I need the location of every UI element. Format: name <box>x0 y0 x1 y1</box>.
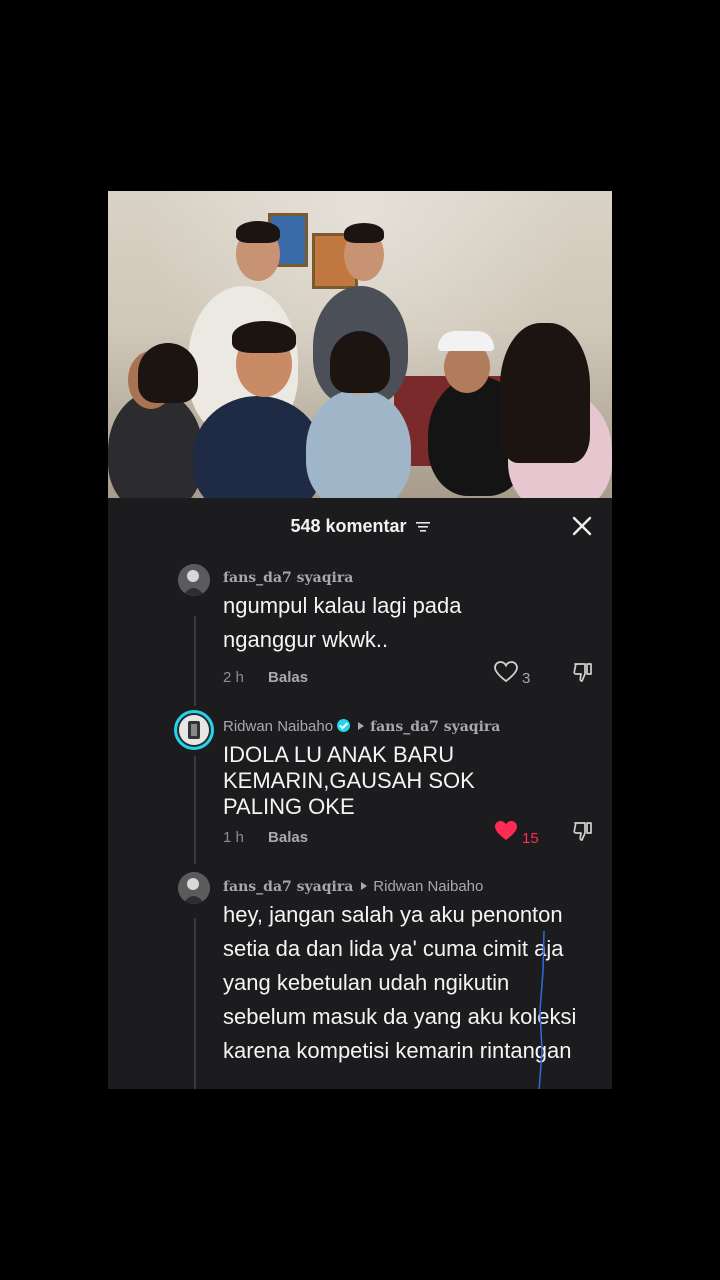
comment-text: IDOLA LU ANAK BARU KEMARIN,GAUSAH SOK PA… <box>223 742 475 819</box>
reply-to-username[interactable]: fans_da7 syaqira <box>370 719 500 735</box>
avatar[interactable] <box>178 872 210 904</box>
comment-username[interactable]: fans_da7 syaqira <box>223 570 353 586</box>
person-hair <box>344 223 384 243</box>
scratch-mark <box>538 931 545 1089</box>
like-count: 15 <box>522 830 539 847</box>
person-hair <box>330 331 390 393</box>
avatar-image <box>178 872 210 904</box>
filter-icon[interactable] <box>415 521 430 533</box>
like-count: 3 <box>522 670 531 687</box>
comment-username-line: Ridwan Naibaho fans_da7 syaqira <box>223 718 500 735</box>
comment-time: 1 h <box>223 829 244 846</box>
avatar-story-ring[interactable] <box>174 710 214 750</box>
person-hair <box>236 221 280 243</box>
cap <box>438 331 494 351</box>
heart-filled-icon[interactable] <box>494 820 518 842</box>
comment-text: ngumpul kalau lagi pada nganggur wkwk.. <box>223 593 462 652</box>
dislike-icon[interactable] <box>572 661 594 683</box>
person-hair <box>500 323 590 463</box>
reply-arrow-icon <box>358 722 365 730</box>
reply-to-username[interactable]: Ridwan Naibaho <box>373 878 483 895</box>
reply-button[interactable]: Balas <box>268 669 308 686</box>
video-frame: 548 komentar fans_da7 syaqira ngumpul ka… <box>108 191 612 1089</box>
reply-arrow-icon <box>361 882 368 890</box>
avatar-image <box>179 715 209 745</box>
avatar[interactable] <box>178 564 210 596</box>
comment-count-label: 548 komentar <box>290 516 407 536</box>
comment-username-line: fans_da7 syaqira Ridwan Naibaho <box>223 878 483 895</box>
comment-count[interactable]: 548 komentar <box>108 516 612 537</box>
video-thumbnail[interactable] <box>108 191 612 498</box>
avatar-image <box>178 564 210 596</box>
comment-username[interactable]: Ridwan Naibaho <box>223 718 333 735</box>
verified-badge-icon <box>337 719 351 732</box>
thread-line <box>194 616 196 706</box>
comment-username[interactable]: fans_da7 syaqira <box>223 879 353 895</box>
comment-meta: 1 h Balas <box>223 829 308 846</box>
thread-line <box>194 918 196 1089</box>
comments-header: 548 komentar <box>108 498 612 554</box>
comment-time: 2 h <box>223 669 244 686</box>
reply-button[interactable]: Balas <box>268 829 308 846</box>
person-hair <box>138 343 198 403</box>
heart-icon[interactable] <box>494 661 518 683</box>
close-icon[interactable] <box>572 516 592 536</box>
comment-meta: 2 h Balas <box>223 669 308 686</box>
person-hair <box>232 321 296 353</box>
dislike-icon[interactable] <box>572 820 594 842</box>
person-center <box>306 389 411 498</box>
thread-line <box>194 756 196 864</box>
